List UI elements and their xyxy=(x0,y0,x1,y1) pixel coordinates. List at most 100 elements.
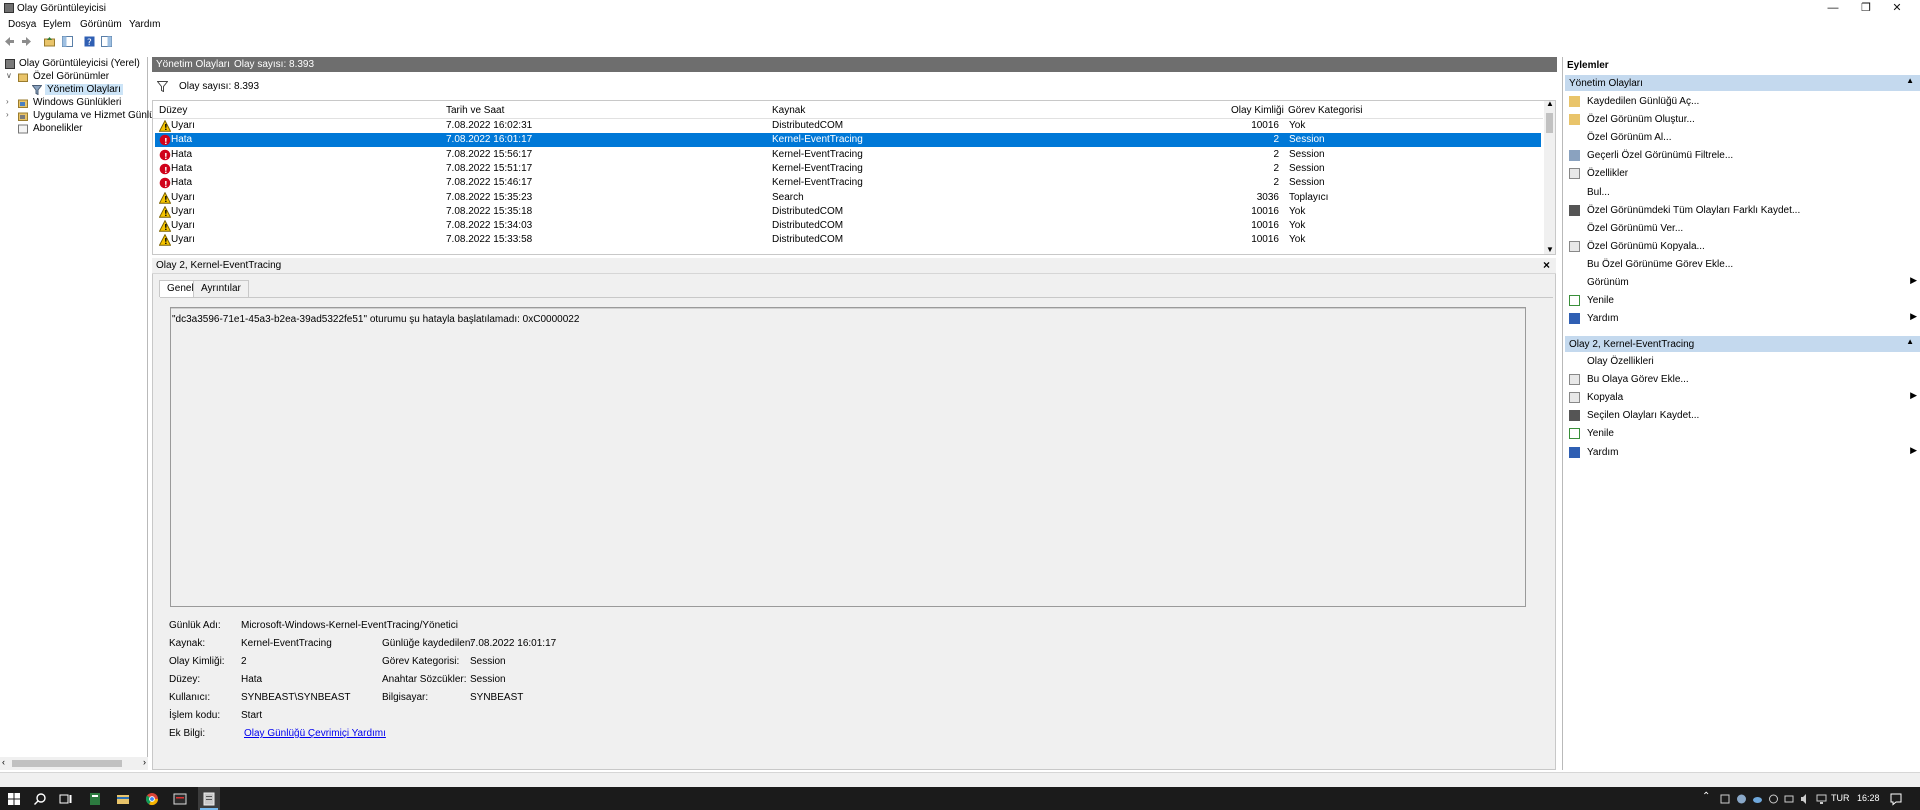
chevron-right-icon[interactable]: › xyxy=(6,97,14,106)
action-item[interactable]: Görünüm ▶ xyxy=(1567,274,1917,291)
action-item[interactable]: Kopyala ▶ xyxy=(1567,389,1917,406)
table-row[interactable]: ! Uyarı 7.08.2022 16:02:31 DistributedCOM 10… xyxy=(155,119,1541,133)
action-label: Olay Özellikleri xyxy=(1587,356,1654,367)
tray-app-icon[interactable] xyxy=(1720,792,1730,806)
table-row[interactable]: ! Uyarı 7.08.2022 15:33:58 DistributedCOM 10… xyxy=(155,233,1541,247)
actions-section-event[interactable]: Olay 2, Kernel-EventTracing ▲ xyxy=(1565,336,1920,352)
back-arrow-icon[interactable] xyxy=(4,36,15,47)
action-item[interactable]: Yardım ▶ xyxy=(1567,444,1917,461)
action-item[interactable]: Bul... xyxy=(1567,184,1917,201)
action-item[interactable]: Yardım ▶ xyxy=(1567,310,1917,327)
chevron-down-icon[interactable]: ∨ xyxy=(6,71,14,80)
action-item[interactable]: Özel Görünümdeki Tüm Olayları Farklı Kay… xyxy=(1567,202,1917,219)
sync-icon[interactable] xyxy=(1768,792,1779,806)
scroll-left-icon[interactable]: ‹ xyxy=(2,757,5,767)
chrome-icon[interactable] xyxy=(145,792,159,806)
field-value-event-id: 2 xyxy=(241,656,247,667)
action-item[interactable]: Yenile xyxy=(1567,292,1917,309)
table-row[interactable]: ! Hata 7.08.2022 15:51:17 Kernel-EventTraci… xyxy=(155,162,1541,176)
network-icon[interactable] xyxy=(1816,792,1827,806)
find-icon xyxy=(1569,187,1580,198)
event-viewer-taskbar-icon[interactable] xyxy=(202,792,216,806)
search-icon[interactable] xyxy=(33,792,47,806)
event-message-box[interactable]: "dc3a3596-71e1-45a3-b2ea-39ad5322fe51" o… xyxy=(170,307,1526,607)
taskbar: ⌃ TUR 16:28 xyxy=(0,787,1920,810)
clock[interactable]: 16:28 xyxy=(1857,793,1880,803)
menu-eylem[interactable]: Eylem xyxy=(43,19,71,30)
folder-up-icon[interactable] xyxy=(44,36,55,47)
create-view-icon xyxy=(1569,114,1580,126)
svg-text:!: ! xyxy=(164,209,168,218)
menu-dosya[interactable]: Dosya xyxy=(8,19,36,30)
column-header-date[interactable]: Tarih ve Saat xyxy=(446,105,504,116)
action-item[interactable]: Seçilen Olayları Kaydet... xyxy=(1567,407,1917,424)
export-icon xyxy=(1569,223,1580,234)
menu-gorunum[interactable]: Görünüm xyxy=(80,19,122,30)
action-item[interactable]: Kaydedilen Günlüğü Aç... xyxy=(1567,93,1917,110)
chevron-right-icon[interactable]: › xyxy=(6,110,14,119)
field-label-source: Kaynak: xyxy=(169,638,206,649)
online-help-link[interactable]: Olay Günlüğü Çevrimiçi Yardımı xyxy=(244,728,386,739)
table-row[interactable]: ! Uyarı 7.08.2022 15:35:18 DistributedCOM 10… xyxy=(155,205,1541,219)
action-item[interactable]: Bu Özel Görünüme Görev Ekle... xyxy=(1567,256,1917,273)
forward-arrow-icon[interactable] xyxy=(21,36,32,47)
notification-center-icon[interactable] xyxy=(1889,792,1903,806)
scroll-right-icon[interactable]: › xyxy=(143,757,146,767)
actions-section-admin-events[interactable]: Yönetim Olayları ▲ xyxy=(1565,75,1920,91)
language-indicator[interactable]: TUR xyxy=(1831,793,1850,803)
scroll-down-icon[interactable]: ▼ xyxy=(1546,245,1554,254)
column-header-task-category[interactable]: Görev Kategorisi xyxy=(1288,105,1362,116)
svg-text:!: ! xyxy=(164,137,168,146)
action-item[interactable]: Bu Olaya Görev Ekle... xyxy=(1567,371,1917,388)
show-hide-tree-icon[interactable] xyxy=(62,36,73,47)
table-row[interactable]: ! Uyarı 7.08.2022 15:35:23 Search 3036 Toplay… xyxy=(155,191,1541,205)
table-row[interactable]: ! Hata 7.08.2022 15:46:17 Kernel-EventTraci… xyxy=(155,176,1541,190)
action-item[interactable]: Özellikler xyxy=(1567,165,1917,182)
battery-icon[interactable] xyxy=(1784,792,1795,806)
windows-start-icon[interactable] xyxy=(7,792,21,806)
field-label-task: Görev Kategorisi: xyxy=(382,656,460,667)
volume-icon[interactable] xyxy=(1800,792,1811,806)
grid-vertical-scrollbar[interactable]: ▲ ▼ xyxy=(1544,99,1555,254)
close-icon[interactable]: × xyxy=(1543,258,1550,272)
column-header-event-id[interactable]: Olay Kimliği xyxy=(1231,105,1284,116)
action-item[interactable]: Yenile xyxy=(1567,425,1917,442)
file-explorer-icon[interactable] xyxy=(116,792,130,806)
table-row[interactable]: ! Hata 7.08.2022 16:01:17 Kernel-EventTraci… xyxy=(155,133,1541,148)
calculator-icon[interactable] xyxy=(88,792,102,806)
scrollbar-thumb[interactable] xyxy=(1546,113,1553,133)
collapse-up-icon[interactable]: ▲ xyxy=(1906,76,1914,85)
app-window-icon[interactable] xyxy=(173,792,187,806)
tree-item-label: Uygulama ve Hizmet Günlük xyxy=(33,110,160,121)
field-label-more-info: Ek Bilgi: xyxy=(169,728,206,739)
action-item[interactable]: Özel Görünüm Al... xyxy=(1567,129,1917,146)
action-label: Geçerli Özel Görünümü Filtrele... xyxy=(1587,150,1734,162)
column-header-level[interactable]: Düzey xyxy=(159,105,187,116)
action-item[interactable]: Özel Görünümü Kopyala... xyxy=(1567,238,1917,255)
action-item[interactable]: Özel Görünümü Ver... xyxy=(1567,220,1917,237)
column-header-source[interactable]: Kaynak xyxy=(772,105,805,116)
action-item[interactable]: Geçerli Özel Görünümü Filtrele... xyxy=(1567,147,1917,164)
menu-yardim[interactable]: Yardım xyxy=(129,19,161,30)
table-row[interactable]: ! Uyarı 7.08.2022 15:34:03 DistributedCOM 10… xyxy=(155,219,1541,233)
field-value-user: SYNBEAST\SYNBEAST xyxy=(241,692,351,703)
tree-horizontal-scrollbar[interactable]: ‹ › xyxy=(0,757,148,770)
action-item[interactable]: Olay Özellikleri xyxy=(1567,353,1917,370)
scroll-up-icon[interactable]: ▲ xyxy=(1546,99,1554,108)
close-button[interactable]: ✕ xyxy=(1882,0,1912,16)
tree-item-label: Özel Görünümler xyxy=(33,71,110,82)
task-view-icon[interactable] xyxy=(59,792,73,806)
chevron-up-icon[interactable]: ⌃ xyxy=(1702,791,1710,802)
table-row[interactable]: ! Hata 7.08.2022 15:56:17 Kernel-EventTraci… xyxy=(155,148,1541,162)
cell-level: Hata xyxy=(171,162,193,174)
cloud-icon[interactable] xyxy=(1752,792,1763,806)
scrollbar-thumb[interactable] xyxy=(12,760,122,767)
steam-icon[interactable] xyxy=(1736,792,1747,806)
minimize-button[interactable]: — xyxy=(1818,0,1848,16)
tab-ayrintilar[interactable]: Ayrıntılar xyxy=(193,280,249,297)
restore-button[interactable]: ❐ xyxy=(1851,0,1881,16)
action-item[interactable]: Özel Görünüm Oluştur... xyxy=(1567,111,1917,128)
collapse-up-icon[interactable]: ▲ xyxy=(1906,337,1914,346)
help-icon[interactable]: ? xyxy=(84,36,95,47)
show-hide-action-pane-icon[interactable] xyxy=(101,36,112,47)
